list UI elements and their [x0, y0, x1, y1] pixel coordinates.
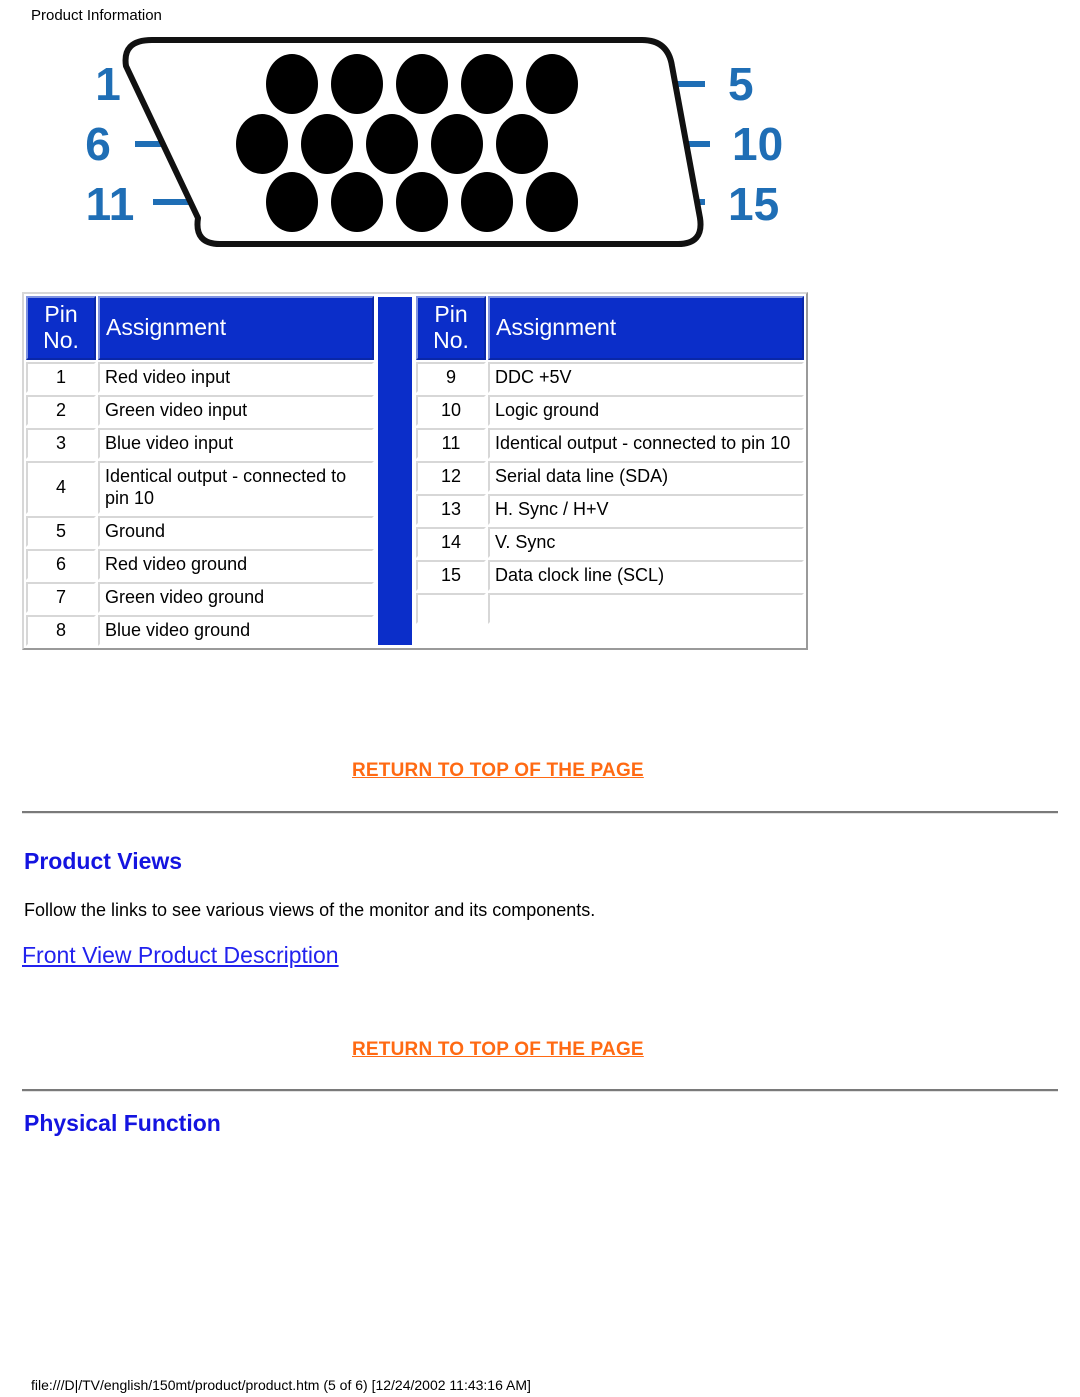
pin-label-6: 6	[85, 118, 111, 170]
pin-table-left-wrapper: Pin No. Assignment 1 Red video input 2 Gree…	[24, 294, 376, 648]
cell-assignment: Blue video ground	[98, 615, 374, 646]
table-row	[416, 593, 804, 624]
horizontal-rule-1	[22, 811, 1058, 814]
table-row: 9 DDC +5V	[416, 362, 804, 393]
header-pin-no: Pin No.	[416, 296, 486, 360]
cell-pin-no: 15	[416, 560, 486, 591]
cell-assignment: Green video input	[98, 395, 374, 426]
pin-label-10: 10	[732, 118, 783, 170]
pin-label-15: 15	[728, 178, 779, 230]
return-to-top-link-2[interactable]: RETURN TO TOP OF THE PAGE	[352, 1039, 644, 1061]
cell-pin-no: 4	[26, 461, 96, 514]
header-pin-no-line1: Pin	[434, 301, 468, 327]
table-row: 11 Identical output - connected to pin 10	[416, 428, 804, 459]
pin-label-5: 5	[728, 58, 754, 110]
cell-pin-no: 14	[416, 527, 486, 558]
table-row: 7 Green video ground	[26, 582, 374, 613]
table-row: 6 Red video ground	[26, 549, 374, 580]
header-pin-no-line2: No.	[433, 327, 469, 353]
cell-pin-no: 6	[26, 549, 96, 580]
product-views-body-text: Follow the links to see various views of…	[24, 900, 596, 920]
cell-assignment	[488, 593, 804, 624]
cell-pin-no: 1	[26, 362, 96, 393]
header-pin-no-line2: No.	[43, 327, 79, 353]
table-row: 8 Blue video ground	[26, 615, 374, 646]
vga-connector-diagram: 1 6 11 5 10 15	[60, 22, 800, 270]
table-row: 4 Identical output - connected to pin 10	[26, 461, 374, 514]
cell-pin-no: 9	[416, 362, 486, 393]
pin-label-1: 1	[95, 58, 121, 110]
header-assignment: Assignment	[98, 296, 374, 360]
pin-label-11: 11	[86, 178, 135, 230]
cell-assignment: Green video ground	[98, 582, 374, 613]
return-to-top-link-1[interactable]: RETURN TO TOP OF THE PAGE	[352, 760, 644, 782]
table-row: 10 Logic ground	[416, 395, 804, 426]
cell-assignment: Ground	[98, 516, 374, 547]
cell-pin-no	[416, 593, 486, 624]
cell-assignment: Identical output - connected to pin 10	[488, 428, 804, 459]
pin-table-right: Pin No. Assignment 9 DDC +5V 10 Logic groun…	[414, 294, 806, 626]
page-footer-path: file:///D|/TV/english/150mt/product/prod…	[31, 1377, 531, 1393]
pin-table-left: Pin No. Assignment 1 Red video input 2 Gree…	[24, 294, 376, 648]
cell-pin-no: 11	[416, 428, 486, 459]
cell-pin-no: 3	[26, 428, 96, 459]
pin-assignment-tables: Pin No. Assignment 1 Red video input 2 Gree…	[22, 292, 808, 650]
table-row: 12 Serial data line (SDA)	[416, 461, 804, 492]
cell-pin-no: 7	[26, 582, 96, 613]
header-pin-no-line1: Pin	[44, 301, 78, 327]
cell-pin-no: 2	[26, 395, 96, 426]
table-row: 5 Ground	[26, 516, 374, 547]
table-row: 14 V. Sync	[416, 527, 804, 558]
cell-assignment: Serial data line (SDA)	[488, 461, 804, 492]
product-views-heading: Product Views	[24, 848, 183, 874]
pin-table-left-body: 1 Red video input 2 Green video input 3 Blue …	[26, 362, 374, 646]
cell-assignment: Identical output - connected to pin 10	[98, 461, 374, 514]
cell-pin-no: 12	[416, 461, 486, 492]
table-header-row: Pin No. Assignment	[26, 296, 374, 360]
table-row: 3 Blue video input	[26, 428, 374, 459]
horizontal-rule-2	[22, 1089, 1058, 1092]
cell-assignment: H. Sync / H+V	[488, 494, 804, 525]
pin-table-right-wrapper: Pin No. Assignment 9 DDC +5V 10 Logic groun…	[414, 294, 806, 648]
header-assignment: Assignment	[488, 296, 804, 360]
cell-pin-no: 8	[26, 615, 96, 646]
physical-function-heading: Physical Function	[24, 1110, 221, 1136]
table-divider-column	[376, 294, 414, 648]
cell-assignment: Blue video input	[98, 428, 374, 459]
cell-pin-no: 5	[26, 516, 96, 547]
cell-assignment: Logic ground	[488, 395, 804, 426]
cell-assignment: DDC +5V	[488, 362, 804, 393]
cell-assignment: V. Sync	[488, 527, 804, 558]
table-row: 13 H. Sync / H+V	[416, 494, 804, 525]
table-row: 2 Green video input	[26, 395, 374, 426]
front-view-product-description-link[interactable]: Front View Product Description	[22, 942, 339, 969]
table-row: 15 Data clock line (SCL)	[416, 560, 804, 591]
cell-assignment: Red video input	[98, 362, 374, 393]
header-pin-no: Pin No.	[26, 296, 96, 360]
table-header-row: Pin No. Assignment	[416, 296, 804, 360]
cell-assignment: Data clock line (SCL)	[488, 560, 804, 591]
table-row: 1 Red video input	[26, 362, 374, 393]
cell-pin-no: 10	[416, 395, 486, 426]
cell-pin-no: 13	[416, 494, 486, 525]
cell-assignment: Red video ground	[98, 549, 374, 580]
pin-table-right-body: 9 DDC +5V 10 Logic ground 11 Identical output…	[416, 362, 804, 624]
divider-blue-fill	[378, 297, 412, 645]
